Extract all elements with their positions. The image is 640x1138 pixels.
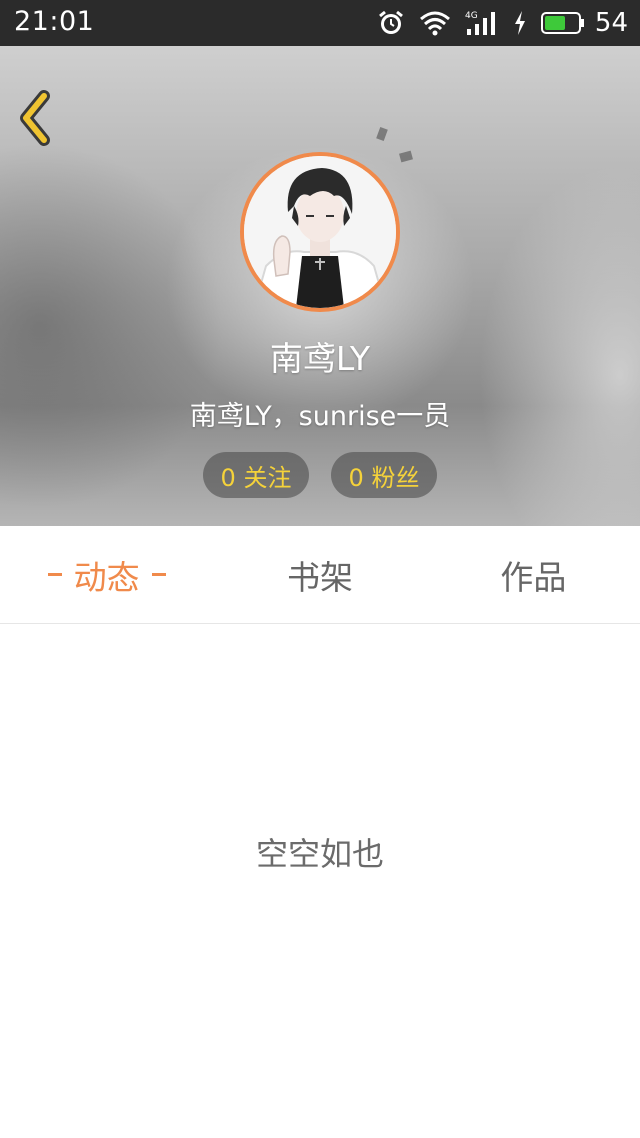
content-area: 空空如也 bbox=[0, 625, 640, 1138]
network-type: 4G bbox=[465, 11, 478, 21]
back-button[interactable] bbox=[14, 88, 62, 148]
decorative-shape bbox=[399, 150, 413, 163]
tab-works[interactable]: 作品 bbox=[427, 526, 640, 623]
decorative-shape bbox=[376, 126, 388, 142]
avatar[interactable] bbox=[240, 152, 400, 312]
charging-icon bbox=[514, 11, 525, 35]
chevron-left-icon bbox=[20, 90, 50, 146]
status-time: 21:01 bbox=[14, 6, 95, 37]
tab-bar: 动态 书架 作品 bbox=[0, 526, 640, 624]
profile-header: 南鸢LY 南鸢LY，sunrise一员 0 关注 0 粉丝 bbox=[0, 46, 640, 526]
following-count-button[interactable]: 0 关注 bbox=[203, 452, 309, 498]
tab-bookshelf-label: 书架 bbox=[286, 557, 353, 597]
avatar-illustration bbox=[244, 156, 396, 308]
fans-count-button[interactable]: 0 粉丝 bbox=[331, 452, 437, 498]
status-bar: 21:01 4G 54 bbox=[0, 0, 640, 46]
user-bio: 南鸢LY，sunrise一员 bbox=[189, 401, 451, 432]
wifi-icon bbox=[419, 11, 450, 36]
tab-indicator-right bbox=[151, 573, 166, 576]
tab-activity[interactable]: 动态 bbox=[0, 526, 213, 623]
battery-icon bbox=[540, 12, 584, 34]
tab-bookshelf[interactable]: 书架 bbox=[213, 526, 426, 623]
user-stats: 0 关注 0 粉丝 bbox=[0, 452, 640, 498]
alarm-icon bbox=[378, 10, 403, 34]
signal-icon: 4G bbox=[465, 11, 495, 35]
tab-works-label: 作品 bbox=[500, 557, 567, 597]
empty-state-message: 空空如也 bbox=[255, 835, 384, 873]
tab-activity-label: 动态 bbox=[73, 557, 140, 597]
username: 南鸢LY bbox=[269, 339, 371, 378]
battery-level: 54 bbox=[594, 8, 628, 38]
status-icons: 4G 54 bbox=[377, 6, 628, 40]
tab-indicator-left bbox=[47, 573, 62, 576]
